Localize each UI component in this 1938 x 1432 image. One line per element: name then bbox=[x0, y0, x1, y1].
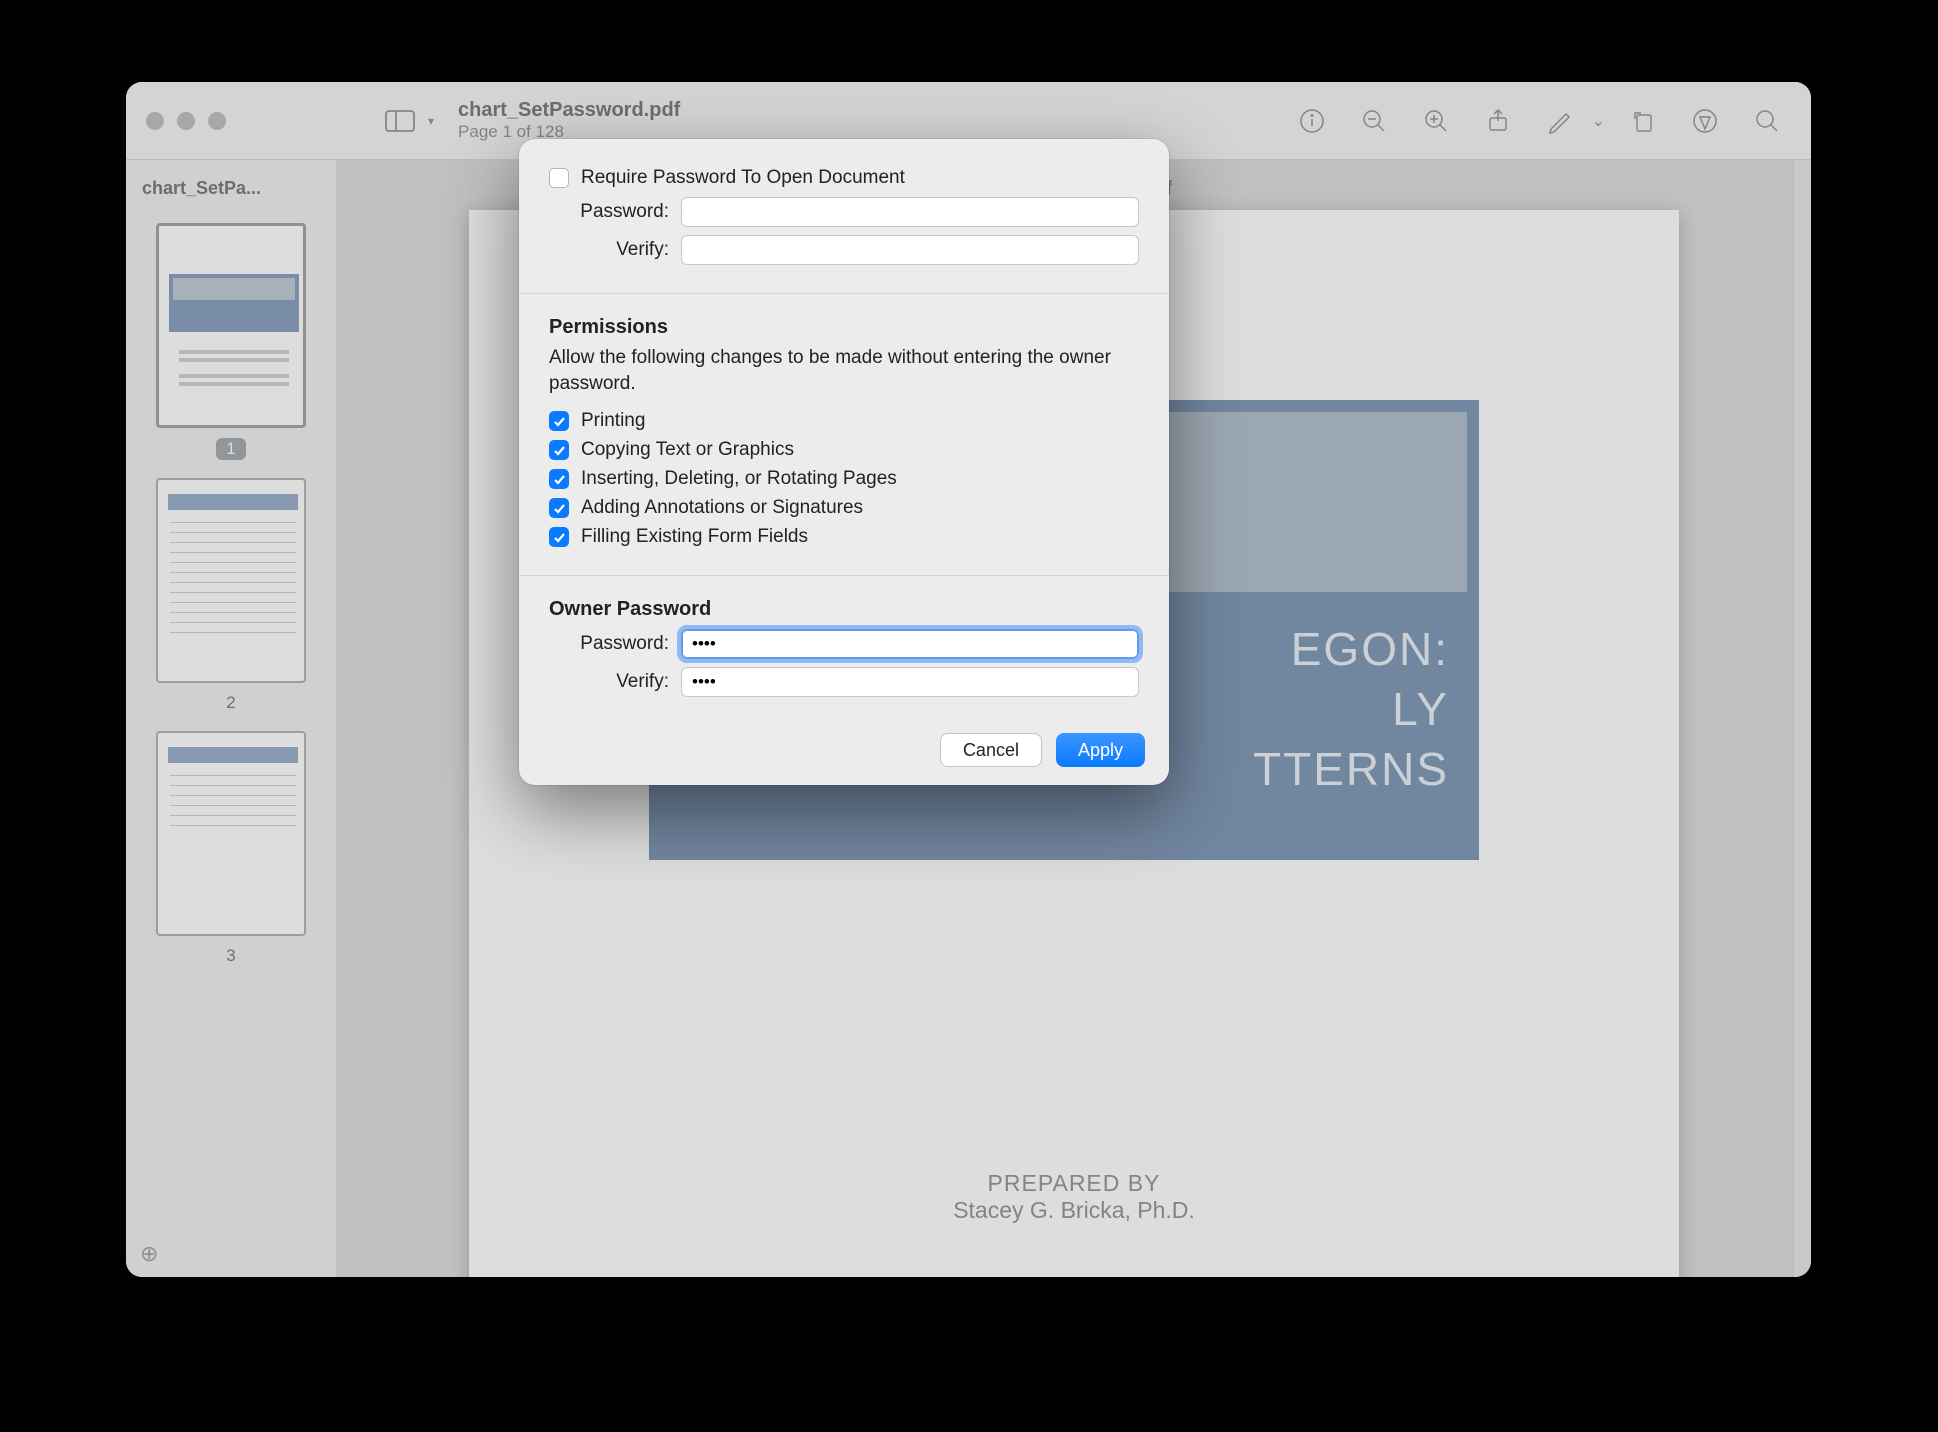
sidebar-toggle-button[interactable] bbox=[380, 107, 420, 135]
thumbnail-label: 2 bbox=[226, 693, 235, 713]
markup-icon[interactable] bbox=[1536, 97, 1584, 145]
owner-verify-input[interactable] bbox=[681, 667, 1139, 697]
page-thumbnail[interactable] bbox=[156, 731, 306, 936]
page-thumbnail[interactable] bbox=[156, 478, 306, 683]
perm-annotations-checkbox[interactable] bbox=[549, 498, 569, 518]
traffic-lights bbox=[146, 112, 226, 130]
zoom-in-icon[interactable] bbox=[1412, 97, 1460, 145]
sidebar-doc-title: chart_SetPa... bbox=[126, 172, 336, 205]
close-window-button[interactable] bbox=[146, 112, 164, 130]
thumbnails-sidebar: chart_SetPa... 1 bbox=[126, 160, 337, 1277]
perm-printing-label: Printing bbox=[581, 410, 645, 432]
perm-copying-checkbox[interactable] bbox=[549, 440, 569, 460]
document-prepared-by: PREPARED BY Stacey G. Bricka, Ph.D. bbox=[469, 1170, 1679, 1224]
cancel-button[interactable]: Cancel bbox=[940, 733, 1042, 767]
apply-button[interactable]: Apply bbox=[1056, 733, 1145, 767]
window-filename: chart_SetPassword.pdf bbox=[458, 99, 680, 122]
perm-inserting-label: Inserting, Deleting, or Rotating Pages bbox=[581, 468, 897, 490]
chevron-down-icon[interactable]: ⌄ bbox=[1592, 111, 1605, 131]
perm-printing-checkbox[interactable] bbox=[549, 411, 569, 431]
thumbnail-label: 3 bbox=[226, 946, 235, 966]
open-verify-input[interactable] bbox=[681, 235, 1139, 265]
perm-copying-label: Copying Text or Graphics bbox=[581, 439, 794, 461]
prepared-by-name: Stacey G. Bricka, Ph.D. bbox=[469, 1197, 1679, 1224]
chevron-down-icon[interactable]: ▾ bbox=[428, 114, 434, 128]
owner-verify-label: Verify: bbox=[549, 671, 669, 693]
rotate-icon[interactable] bbox=[1619, 97, 1667, 145]
open-password-label: Password: bbox=[549, 201, 669, 223]
thumbnail-label: 1 bbox=[216, 438, 245, 460]
page-thumbnail[interactable] bbox=[156, 223, 306, 428]
perm-inserting-checkbox[interactable] bbox=[549, 469, 569, 489]
permissions-description: Allow the following changes to be made w… bbox=[549, 345, 1139, 396]
minimize-window-button[interactable] bbox=[177, 112, 195, 130]
share-icon[interactable] bbox=[1474, 97, 1522, 145]
require-password-label: Require Password To Open Document bbox=[581, 167, 905, 189]
owner-password-label: Password: bbox=[549, 633, 669, 655]
highlight-icon[interactable] bbox=[1681, 97, 1729, 145]
encryption-dialog: Require Password To Open Document Passwo… bbox=[519, 139, 1169, 785]
perm-annotations-label: Adding Annotations or Signatures bbox=[581, 497, 863, 519]
fullscreen-window-button[interactable] bbox=[208, 112, 226, 130]
owner-password-title: Owner Password bbox=[549, 598, 1139, 621]
perm-formfields-label: Filling Existing Form Fields bbox=[581, 526, 808, 548]
search-icon[interactable] bbox=[1743, 97, 1791, 145]
permissions-title: Permissions bbox=[549, 316, 1139, 339]
perm-formfields-checkbox[interactable] bbox=[549, 527, 569, 547]
window-title-block: chart_SetPassword.pdf Page 1 of 128 bbox=[458, 99, 680, 142]
open-verify-label: Verify: bbox=[549, 239, 669, 261]
require-password-checkbox[interactable] bbox=[549, 168, 569, 188]
info-icon[interactable] bbox=[1288, 97, 1336, 145]
zoom-out-icon[interactable] bbox=[1350, 97, 1398, 145]
vertical-scrollbar[interactable] bbox=[1793, 160, 1811, 1277]
add-page-button[interactable]: ⊕ bbox=[140, 1241, 158, 1267]
prepared-by-label: PREPARED BY bbox=[469, 1170, 1679, 1197]
owner-password-input[interactable] bbox=[681, 629, 1139, 659]
open-password-input[interactable] bbox=[681, 197, 1139, 227]
